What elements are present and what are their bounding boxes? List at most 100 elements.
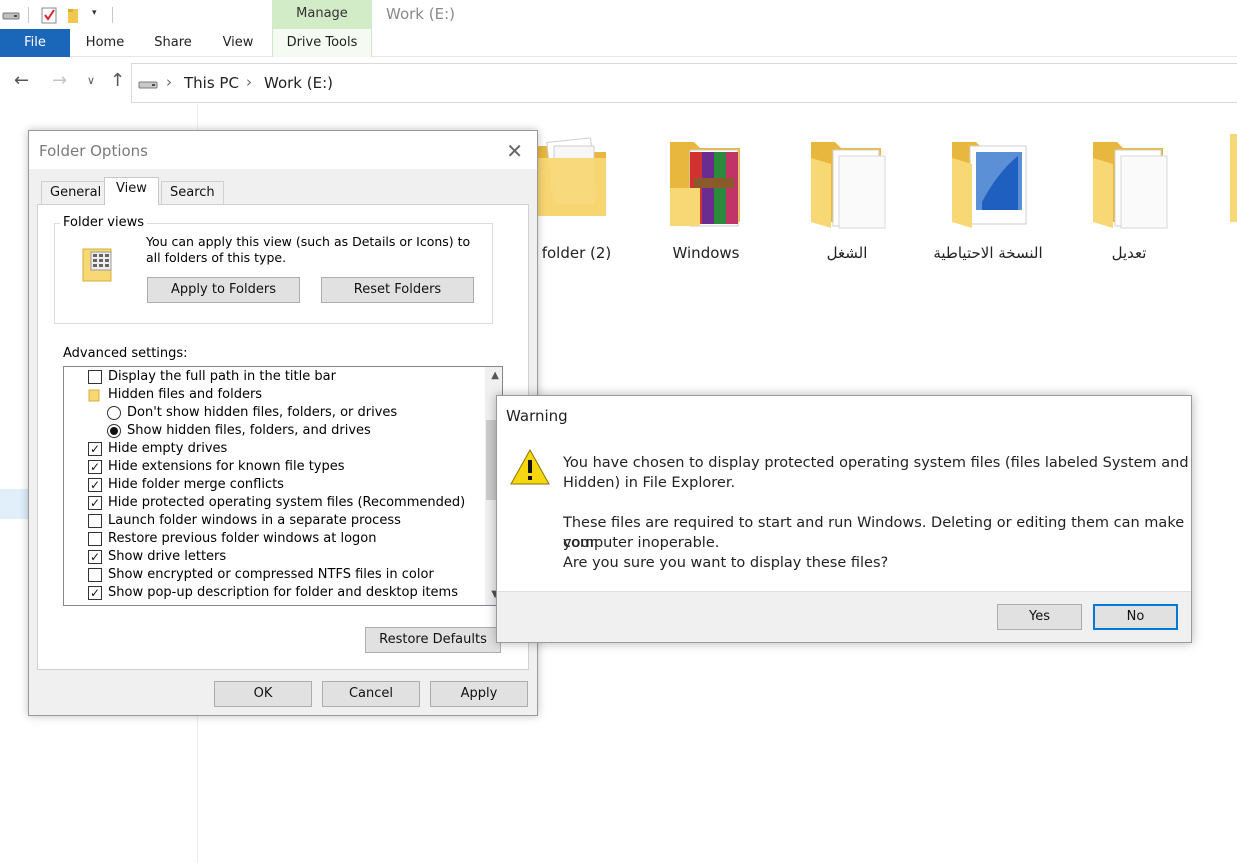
ok-button[interactable]: OK [214,681,312,707]
warning-dialog: Warning You have chosen to display prote… [496,395,1192,643]
setting-row[interactable]: Show encrypted or compressed NTFS files … [64,566,484,584]
dialog-titlebar[interactable]: Folder Options ✕ [29,131,537,169]
folder-label: Windows [672,244,740,262]
setting-row[interactable]: ✓ Hide protected operating system files (… [64,494,484,512]
folder-views-legend: Folder views [60,215,148,230]
setting-label: Show drive letters [108,549,227,564]
setting-label: Hide extensions for known file types [108,459,345,474]
up-arrow-icon[interactable]: ↑ [110,70,125,91]
folder-label: تعديل [1111,244,1147,262]
tab-general[interactable]: General [41,181,111,205]
folder-item[interactable]: النسخة الاحتياطية [918,124,1058,274]
folder-item-partial[interactable] [1226,132,1237,222]
qat-divider [28,7,29,23]
warning-icon [509,448,551,489]
tab-drive-tools[interactable]: Drive Tools [272,29,372,57]
setting-checkbox[interactable]: ✓ [88,460,102,474]
drive-icon[interactable] [2,10,20,24]
folder-icon [670,142,740,227]
apply-to-folders-button[interactable]: Apply to Folders [147,277,300,303]
breadcrumb-work-e[interactable]: Work (E:) [264,74,333,92]
folder-item[interactable]: Windows [636,124,776,274]
setting-label: Display the full path in the title bar [108,369,336,384]
setting-label: Show pop-up description for folder and d… [108,585,458,600]
cancel-button[interactable]: Cancel [322,681,420,707]
no-button[interactable]: No [1093,604,1178,630]
apply-button[interactable]: Apply [430,681,528,707]
advanced-settings-label: Advanced settings: [63,346,188,361]
setting-label: Don't show hidden files, folders, or dri… [127,405,398,420]
folder-view-icon [79,246,115,287]
setting-checkbox[interactable]: ✓ [88,550,102,564]
setting-label: Hide folder merge conflicts [108,477,284,492]
dialog-title: Folder Options [39,142,148,160]
restore-defaults-button[interactable]: Restore Defaults [365,627,501,653]
setting-row[interactable]: Restore previous folder windows at logon [64,530,484,548]
setting-row[interactable]: Launch folder windows in a separate proc… [64,512,484,530]
new-folder-icon[interactable] [67,6,81,27]
folder-item[interactable]: الشغل [777,124,917,274]
setting-row[interactable]: Show hidden files, folders, and drives [64,422,484,440]
close-icon[interactable]: ✕ [506,139,523,163]
recent-locations-chevron-icon[interactable]: ∨ [87,74,95,87]
setting-row[interactable]: ✓ Hide folder merge conflicts [64,476,484,494]
tab-view[interactable]: View [104,177,159,205]
setting-row[interactable]: ✓ Hide empty drives [64,440,484,458]
navigation-pane-selection[interactable] [0,489,28,519]
folder-icon [1230,134,1237,222]
ribbon-tabs: File Home Share View Drive Tools [0,29,1237,57]
breadcrumb-this-pc[interactable]: This PC [184,74,239,92]
setting-row[interactable]: ✓ Show pop-up description for folder and … [64,584,484,602]
folder-views-description: You can apply this view (such as Details… [146,234,471,265]
tab-view[interactable]: View [216,29,260,57]
folder-icon [1093,142,1168,229]
reset-folders-button[interactable]: Reset Folders [321,277,474,303]
setting-label: Hide empty drives [108,441,228,456]
yes-button[interactable]: Yes [997,604,1082,630]
setting-radio[interactable] [107,406,121,420]
setting-checkbox[interactable] [88,370,102,384]
warning-question: Are you sure you want to display these f… [563,555,889,571]
setting-checkbox[interactable]: ✓ [88,442,102,456]
folder-item[interactable]: تعديل [1059,124,1199,274]
folder-label: الشغل [826,244,868,262]
drive-icon [138,79,158,93]
tab-file[interactable]: File [0,29,70,57]
back-arrow-icon[interactable]: ← [14,70,29,91]
setting-checkbox[interactable] [88,514,102,528]
warning-message-line: computer inoperable. [563,535,720,551]
tab-share[interactable]: Share [148,29,198,57]
manage-contextual-tab: Manage [272,0,372,29]
setting-row[interactable]: ✓ Show drive letters [64,548,484,566]
forward-arrow-icon[interactable]: → [52,70,67,91]
window-title: Work (E:) [386,5,455,23]
setting-checkbox[interactable]: ✓ [88,478,102,492]
setting-row: Hidden files and folders [64,386,484,404]
scroll-up-icon[interactable]: ▲ [491,370,499,381]
tab-home[interactable]: Home [80,29,130,57]
setting-row[interactable]: Don't show hidden files, folders, or dri… [64,404,484,422]
folder-options-dialog: Folder Options ✕ General View Search Fol… [28,130,538,716]
warning-message-line: You have chosen to display protected ope… [563,455,1189,471]
folder-label: النسخة الاحتياطية [933,244,1043,262]
setting-checkbox[interactable] [88,568,102,582]
advanced-settings-list[interactable]: Display the full path in the title bar Hi… [63,366,503,606]
customize-qat-icon[interactable]: ▾ [92,8,97,18]
folder-icon [811,142,886,229]
setting-checkbox[interactable] [88,532,102,546]
address-bar[interactable]: › This PC › Work (E:) [131,63,1237,103]
setting-checkbox[interactable]: ✓ [88,496,102,510]
folder-icon [952,142,1027,228]
setting-radio[interactable] [107,424,121,438]
properties-icon[interactable] [41,6,57,27]
setting-checkbox[interactable]: ✓ [88,586,102,600]
warning-button-bar: Yes No [497,591,1191,642]
setting-row[interactable]: ✓ Hide extensions for known file types [64,458,484,476]
warning-title: Warning [506,407,568,425]
warning-message-line: Hidden) in File Explorer. [563,475,736,491]
quick-access-toolbar: ▾ Manage Work (E:) [0,0,1237,30]
breadcrumb-chevron-icon[interactable]: › [166,73,172,91]
breadcrumb-chevron-icon[interactable]: › [246,73,252,91]
setting-row[interactable]: Display the full path in the title bar [64,368,484,386]
tab-search[interactable]: Search [161,181,224,205]
